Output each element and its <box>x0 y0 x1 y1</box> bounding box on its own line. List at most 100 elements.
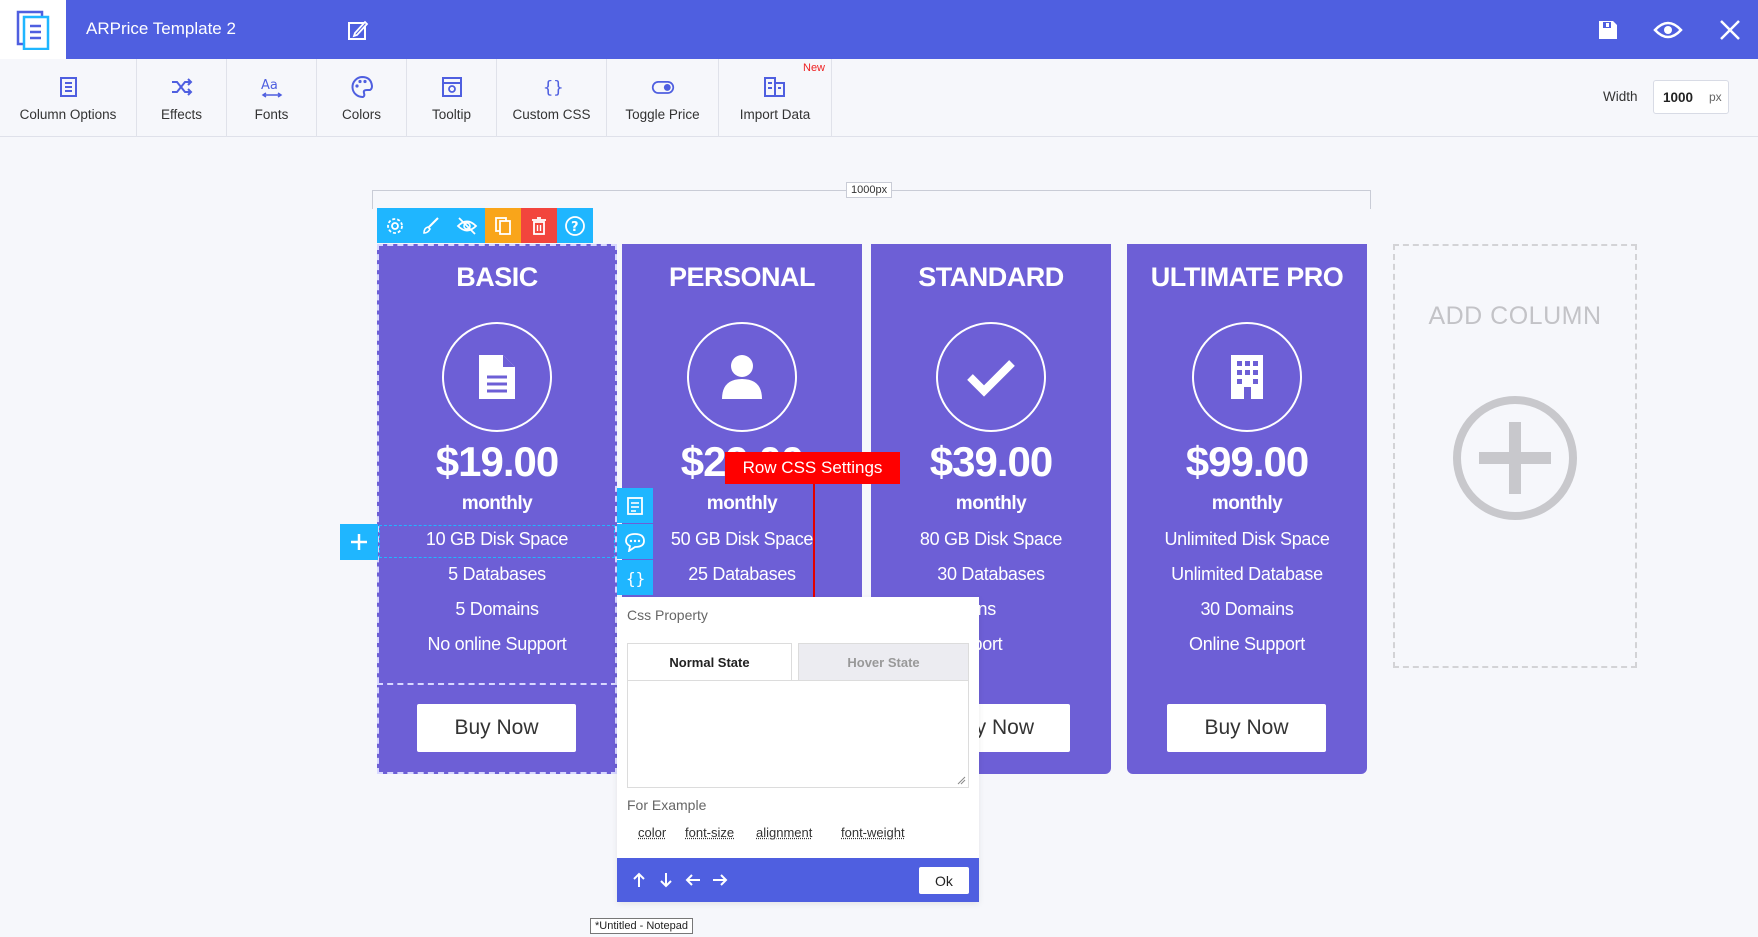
example-font-weight-link[interactable]: font-weight <box>841 825 905 840</box>
editor-toolbar: Column Options Effects Aa Fonts Colors T… <box>0 59 1758 137</box>
hide-eye-icon[interactable] <box>449 208 485 243</box>
pricing-column-ultimate-pro[interactable]: ULTIMATE PRO $99.00 monthly Unlimited Di… <box>1127 244 1367 774</box>
plus-icon <box>351 534 367 550</box>
import-icon <box>764 76 785 97</box>
template-title: ARPrice Template 2 <box>86 19 236 38</box>
width-value: 1000 <box>1663 90 1694 105</box>
column-title: ULTIMATE PRO <box>1150 262 1344 292</box>
resize-grip-icon[interactable] <box>956 775 966 785</box>
feature-row[interactable]: 10 GB Disk Space <box>377 529 617 550</box>
body-footer-separator <box>377 683 617 685</box>
example-alignment-link[interactable]: alignment <box>756 825 812 840</box>
new-badge: New <box>803 62 826 74</box>
column-title: PERSONAL <box>668 262 816 292</box>
feature-row[interactable]: Online Support <box>1127 634 1367 655</box>
user-icon <box>722 355 762 399</box>
tool-label: Tooltip <box>431 106 472 122</box>
add-column-label: ADD COLUMN <box>1428 302 1602 330</box>
tool-label: Toggle Price <box>625 106 700 122</box>
tab-hover-state[interactable]: Hover State <box>798 643 969 681</box>
column-icon-circle <box>442 322 552 432</box>
arrow-left-icon[interactable] <box>683 870 703 890</box>
add-row-button[interactable] <box>340 524 378 560</box>
help-icon[interactable]: ? <box>557 208 593 243</box>
tool-label: Effects <box>160 106 203 122</box>
feature-row[interactable]: 5 Databases <box>377 564 617 585</box>
feature-row[interactable]: Unlimited Disk Space <box>1127 529 1367 550</box>
tool-colors[interactable]: Colors <box>317 59 407 137</box>
tool-fonts[interactable]: Aa Fonts <box>227 59 317 137</box>
tool-label: Import Data <box>739 106 811 122</box>
tool-toggle-price[interactable]: Toggle Price <box>607 59 719 137</box>
buy-now-button[interactable]: Buy Now <box>1167 704 1326 752</box>
width-label: Width <box>1603 89 1638 104</box>
arrow-down-icon[interactable] <box>656 870 676 890</box>
column-period: monthly <box>461 493 533 514</box>
top-bar: ARPrice Template 2 <box>0 0 1758 59</box>
add-column-placeholder[interactable]: ADD COLUMN <box>1393 244 1637 668</box>
column-period: monthly <box>955 493 1027 514</box>
arrow-up-icon[interactable] <box>629 870 649 890</box>
duplicate-icon[interactable] <box>485 208 521 243</box>
svg-text:?: ? <box>571 220 579 235</box>
tool-custom-css[interactable]: {} Custom CSS <box>497 59 607 137</box>
feature-row[interactable]: 80 GB Disk Space <box>871 529 1111 550</box>
css-panel-footer: Ok <box>617 858 979 902</box>
column-icon-circle <box>1192 322 1302 432</box>
pricing-column-basic[interactable]: BASIC $19.00 monthly 10 GB Disk Space 5 … <box>377 244 617 774</box>
example-font-size-link[interactable]: font-size <box>685 825 734 840</box>
feature-row[interactable]: 50 GB Disk Space <box>622 529 862 550</box>
tool-label: Fonts <box>254 106 289 122</box>
braces-icon: {} <box>543 78 563 98</box>
column-price: $39.00 <box>929 438 1053 485</box>
width-input[interactable]: 1000 px <box>1653 80 1729 114</box>
column-options-icon <box>60 76 77 97</box>
app-logo <box>0 0 66 59</box>
row-css-settings-tooltip: Row CSS Settings <box>725 452 900 484</box>
arrow-right-icon[interactable] <box>710 870 730 890</box>
example-color-link[interactable]: color <box>638 825 666 840</box>
save-icon[interactable] <box>1592 14 1624 46</box>
row-description-icon[interactable] <box>617 488 653 523</box>
add-circle-plus-icon <box>1453 396 1577 520</box>
building-icon <box>1231 355 1263 399</box>
column-tool-strip: ? <box>377 208 593 243</box>
delete-trash-icon[interactable] <box>521 208 557 243</box>
feature-row[interactable]: 30 Domains <box>1127 599 1367 620</box>
preview-eye-icon[interactable] <box>1652 14 1684 46</box>
paint-brush-icon[interactable] <box>413 208 449 243</box>
document-icon <box>479 355 515 399</box>
css-panel-title: Css Property <box>627 607 708 623</box>
tab-normal-state[interactable]: Normal State <box>627 643 792 681</box>
ok-button[interactable]: Ok <box>919 867 969 894</box>
feature-row[interactable]: 5 Domains <box>377 599 617 620</box>
svg-text:{}: {} <box>543 78 563 98</box>
row-tooltip-chat-icon[interactable] <box>617 524 653 559</box>
column-icon-circle <box>936 322 1046 432</box>
row-css-braces-icon[interactable]: {} <box>617 560 653 595</box>
svg-text:Aa: Aa <box>261 78 278 93</box>
tool-effects[interactable]: Effects <box>137 59 227 137</box>
buy-now-button[interactable]: Buy Now <box>417 704 576 752</box>
feature-row[interactable]: 30 Databases <box>871 564 1111 585</box>
width-unit: px <box>1709 90 1722 104</box>
tool-label: Custom CSS <box>512 106 591 122</box>
column-title: STANDARD <box>918 262 1064 292</box>
logo-icon <box>16 10 50 50</box>
feature-row[interactable]: No online Support <box>377 634 617 655</box>
svg-text:{}: {} <box>626 569 645 588</box>
css-property-panel: Css Property Normal State Hover State Fo… <box>617 597 979 902</box>
feature-row[interactable]: 25 Databases <box>622 564 862 585</box>
tool-tooltip[interactable]: Tooltip <box>407 59 497 137</box>
css-textarea[interactable] <box>627 680 969 788</box>
feature-row[interactable]: Unlimited Database <box>1127 564 1367 585</box>
column-period: monthly <box>706 493 778 514</box>
tooltip-icon <box>441 76 462 97</box>
close-icon[interactable] <box>1714 14 1746 46</box>
column-price: $99.00 <box>1185 438 1309 485</box>
edit-title-icon[interactable] <box>342 14 374 46</box>
column-settings-icon[interactable] <box>377 208 413 243</box>
tool-column-options[interactable]: Column Options <box>0 59 137 137</box>
shuffle-icon <box>171 77 192 96</box>
checkmark-icon <box>967 360 1015 397</box>
